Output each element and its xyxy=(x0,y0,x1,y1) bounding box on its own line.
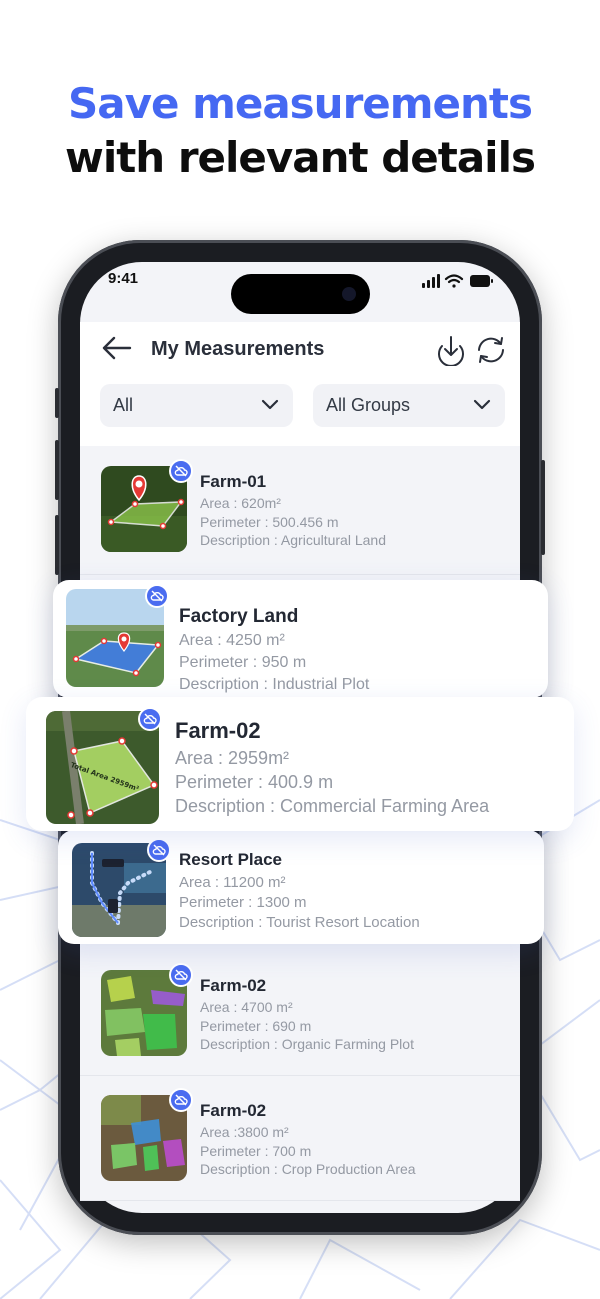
page-title: My Measurements xyxy=(151,338,325,360)
headline-line-2: with relevant details xyxy=(65,133,536,182)
chevron-down-icon xyxy=(261,399,279,410)
phone-side-button xyxy=(55,388,59,418)
wifi-icon xyxy=(444,274,464,288)
measurement-name: Farm-02 xyxy=(200,1101,267,1120)
phone-power-button xyxy=(541,460,545,555)
measurement-perimeter: Perimeter : 400.9 m xyxy=(175,772,334,792)
measurement-area: Area : 4700 m² xyxy=(200,999,293,1015)
measurement-description: Description : Agricultural Land xyxy=(200,532,386,548)
measurement-name: Farm-02 xyxy=(200,976,267,995)
group-filter-value: All Groups xyxy=(326,395,411,415)
cloud-off-icon xyxy=(169,459,193,483)
measurement-area: Area : 4250 m² xyxy=(179,632,285,649)
type-filter-value: All xyxy=(113,395,134,415)
type-filter-dropdown[interactable]: All xyxy=(100,384,293,427)
cloud-off-icon xyxy=(147,838,171,862)
camera-icon xyxy=(342,287,356,301)
measurement-perimeter: Perimeter : 1300 m xyxy=(179,894,307,911)
measurement-perimeter: Perimeter : 700 m xyxy=(200,1143,312,1159)
measurement-description: Description : Organic Farming Plot xyxy=(200,1036,414,1052)
download-icon[interactable] xyxy=(435,334,467,366)
measurement-description: Description : Industrial Plot xyxy=(179,676,370,693)
back-arrow-icon[interactable] xyxy=(100,334,132,362)
measurement-perimeter: Perimeter : 500.456 m xyxy=(200,514,339,530)
measurement-perimeter: Perimeter : 690 m xyxy=(200,1018,312,1034)
status-time: 9:41 xyxy=(108,270,139,287)
group-filter-dropdown[interactable]: All Groups xyxy=(313,384,505,427)
measurement-area: Area : 11200 m² xyxy=(179,874,286,891)
measurement-name: Farm-01 xyxy=(200,472,267,491)
measurement-name: Factory Land xyxy=(179,606,299,627)
measurement-area: Area : 620m² xyxy=(200,495,281,511)
headline: Save measurements with relevant details xyxy=(0,78,600,186)
sync-icon[interactable] xyxy=(474,334,508,366)
measurement-description: Description : Tourist Resort Location xyxy=(179,914,420,931)
cloud-off-icon xyxy=(169,1088,193,1112)
measurement-description: Description : Crop Production Area xyxy=(200,1161,416,1177)
cloud-off-icon xyxy=(138,707,162,731)
chevron-down-icon xyxy=(473,399,491,410)
status-icons xyxy=(422,274,493,288)
battery-icon xyxy=(470,275,493,287)
phone-volume-down xyxy=(55,515,59,575)
measurement-area: Area : 2959m² xyxy=(175,748,290,768)
measurement-name: Farm-02 xyxy=(175,718,261,743)
measurement-perimeter: Perimeter : 950 m xyxy=(179,654,307,671)
cloud-off-icon xyxy=(145,584,169,608)
cloud-off-icon xyxy=(169,963,193,987)
measurement-area: Area :3800 m² xyxy=(200,1124,289,1140)
measurement-description: Description : Commercial Farming Area xyxy=(175,796,490,816)
signal-icon xyxy=(422,274,440,288)
phone-volume-up xyxy=(55,440,59,500)
headline-line-1: Save measurements xyxy=(68,79,533,128)
dynamic-island xyxy=(231,274,370,314)
measurement-name: Resort Place xyxy=(179,850,282,869)
